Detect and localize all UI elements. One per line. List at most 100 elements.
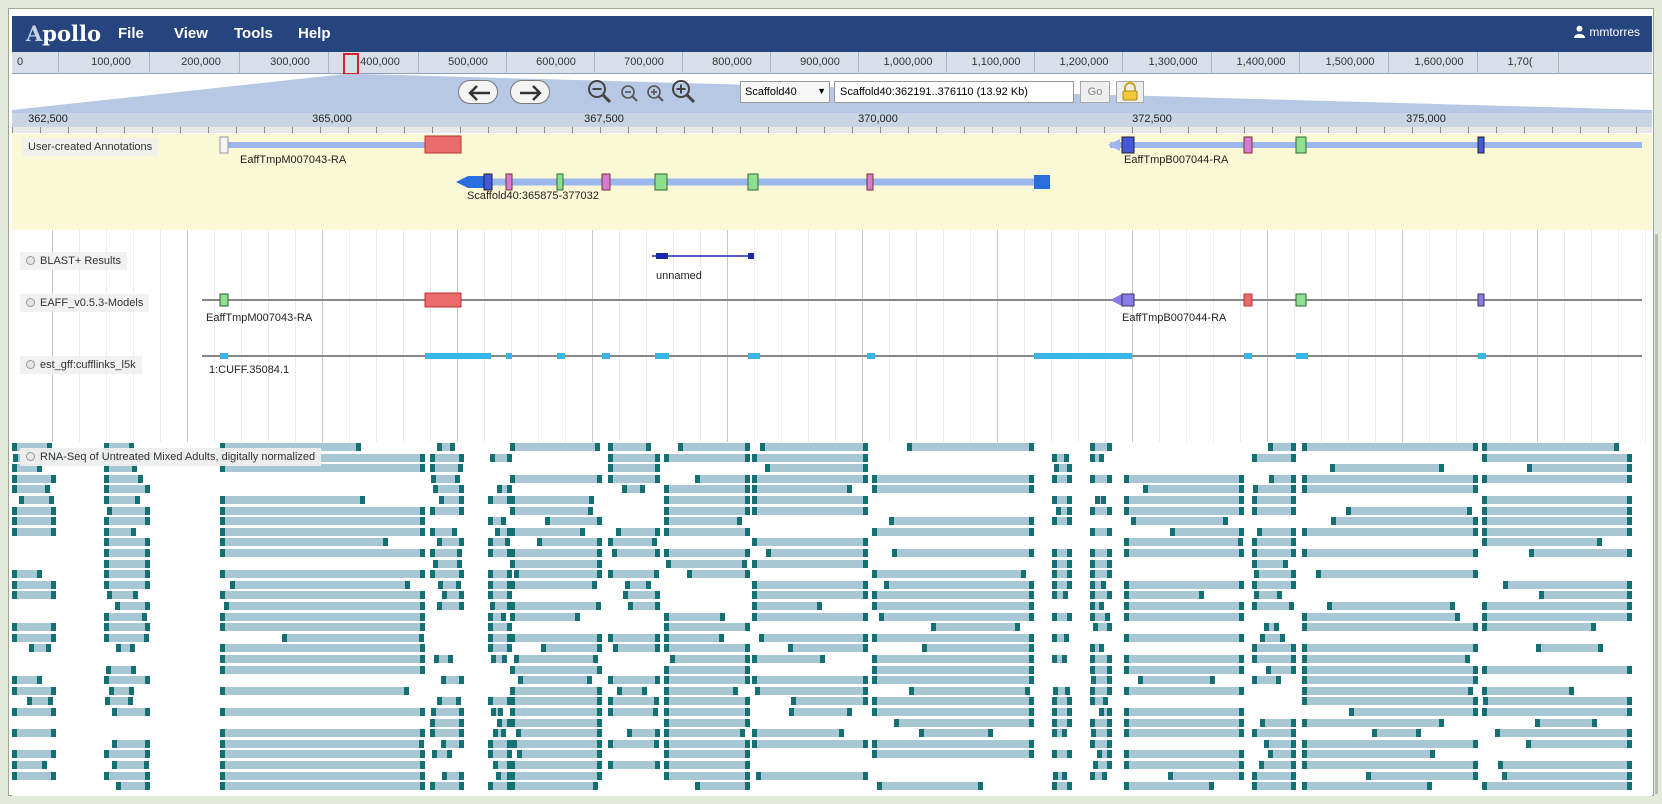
rna-seq-read[interactable] — [1326, 602, 1455, 610]
rna-seq-read[interactable] — [510, 496, 595, 504]
rna-seq-read[interactable] — [918, 729, 994, 738]
rna-seq-read[interactable] — [1124, 708, 1244, 716]
locus-input[interactable]: Scaffold40:362191..376110 (13.92 Kb) — [834, 81, 1074, 103]
exon[interactable] — [747, 173, 759, 191]
rna-seq-read[interactable] — [12, 517, 56, 526]
rna-seq-read[interactable] — [1502, 771, 1632, 780]
rna-seq-read[interactable] — [872, 527, 1034, 536]
rna-seq-read[interactable] — [104, 676, 150, 685]
rna-seq-read[interactable] — [1124, 496, 1244, 504]
rna-seq-read[interactable] — [1502, 580, 1632, 589]
rna-seq-read[interactable] — [1302, 718, 1444, 727]
rna-seq-read[interactable] — [1494, 729, 1632, 738]
rna-seq-read[interactable] — [220, 729, 425, 738]
rna-seq-read[interactable] — [888, 517, 1034, 526]
exon[interactable] — [1295, 136, 1307, 154]
rna-seq-read[interactable] — [892, 549, 1034, 557]
rna-seq-read[interactable] — [1302, 676, 1478, 685]
rna-seq-read[interactable] — [1252, 771, 1296, 780]
exon[interactable] — [1121, 136, 1135, 154]
rna-seq-read[interactable] — [608, 761, 660, 769]
rna-seq-read[interactable] — [1529, 549, 1632, 557]
rna-seq-read[interactable] — [608, 538, 658, 547]
rna-seq-read[interactable] — [664, 612, 725, 621]
rna-seq-read[interactable] — [1124, 591, 1205, 600]
go-button[interactable]: Go — [1080, 81, 1110, 103]
menu-view[interactable]: View — [174, 25, 208, 42]
rna-seq-read[interactable] — [104, 612, 148, 621]
rna-seq-read[interactable] — [1124, 750, 1244, 759]
rna-seq-read[interactable] — [872, 750, 1034, 759]
rna-seq-read[interactable] — [104, 538, 150, 547]
exon[interactable] — [601, 173, 611, 191]
menu-file[interactable]: File — [118, 25, 144, 42]
rna-seq-read[interactable] — [1371, 729, 1421, 738]
rna-seq-read[interactable] — [220, 655, 425, 663]
exon[interactable] — [1477, 136, 1485, 154]
rna-seq-read[interactable] — [1482, 506, 1632, 515]
rna-seq-read[interactable] — [752, 559, 868, 568]
rna-seq-read[interactable] — [1482, 517, 1632, 526]
rna-seq-read[interactable] — [872, 602, 1034, 610]
rna-seq-read[interactable] — [1302, 485, 1478, 494]
rna-seq-read[interactable] — [1316, 570, 1478, 579]
rna-seq-read[interactable] — [1252, 729, 1296, 738]
rna-seq-read[interactable] — [1124, 612, 1244, 621]
rna-seq-read[interactable] — [12, 708, 56, 716]
rna-seq-read[interactable] — [510, 612, 580, 621]
rna-seq-read[interactable] — [104, 580, 150, 589]
tracks-scrollbar[interactable] — [1655, 234, 1658, 794]
rna-seq-read[interactable] — [220, 612, 425, 621]
rna-seq-read[interactable] — [12, 591, 56, 600]
track-toggle-icon[interactable] — [26, 360, 35, 369]
rna-seq-read[interactable] — [1302, 739, 1478, 748]
rna-seq-read[interactable] — [754, 686, 868, 695]
rna-seq-read[interactable] — [1482, 612, 1632, 621]
rna-seq-read[interactable] — [872, 474, 1034, 483]
rna-seq-read[interactable] — [544, 517, 602, 526]
rna-seq-read[interactable] — [608, 453, 660, 462]
rna-seq-read[interactable] — [1124, 633, 1244, 642]
rna-seq-read[interactable] — [106, 506, 150, 515]
rna-seq-read[interactable] — [1143, 485, 1244, 494]
rna-seq-read[interactable] — [930, 623, 1020, 632]
zoom-in-large-icon[interactable] — [670, 78, 698, 106]
rna-seq-read[interactable] — [1124, 718, 1244, 727]
rna-seq-read[interactable] — [908, 686, 1031, 695]
rna-seq-read[interactable] — [12, 623, 56, 632]
rna-seq-read[interactable] — [281, 633, 424, 642]
rna-seq-read[interactable] — [1482, 623, 1597, 632]
exon[interactable] — [1243, 136, 1253, 154]
rna-seq-read[interactable] — [686, 570, 750, 579]
cufflinks-exon[interactable] — [1034, 353, 1132, 359]
rna-seq-read[interactable] — [1124, 602, 1244, 610]
menu-tools[interactable]: Tools — [234, 25, 273, 42]
rna-seq-read[interactable] — [1253, 485, 1296, 494]
rna-seq-read[interactable] — [220, 665, 425, 674]
rna-seq-read[interactable] — [1482, 602, 1632, 610]
rna-seq-read[interactable] — [220, 623, 425, 632]
rna-seq-read[interactable] — [220, 570, 425, 579]
rna-seq-read[interactable] — [752, 506, 868, 515]
rna-seq-read[interactable] — [664, 739, 750, 748]
rna-seq-read[interactable] — [787, 644, 868, 653]
rna-seq-read[interactable] — [613, 644, 660, 653]
cufflinks-exon[interactable] — [1478, 353, 1486, 359]
rna-seq-read[interactable] — [1302, 697, 1478, 706]
rna-seq-read[interactable] — [872, 739, 1034, 748]
rna-seq-read[interactable] — [1482, 443, 1619, 451]
rna-seq-read[interactable] — [907, 443, 1034, 451]
zoom-in-icon[interactable] — [646, 84, 666, 104]
rna-seq-read[interactable] — [752, 538, 868, 547]
overview-viewport-marker[interactable] — [343, 53, 359, 75]
rna-seq-read[interactable] — [1330, 464, 1445, 473]
cufflinks-exon[interactable] — [748, 353, 760, 359]
rna-seq-read[interactable] — [510, 771, 602, 780]
rna-seq-read[interactable] — [510, 782, 599, 791]
rna-seq-read[interactable] — [220, 496, 365, 504]
cufflinks-exon[interactable] — [867, 353, 875, 359]
rna-seq-read[interactable] — [894, 718, 1034, 727]
rna-seq-read[interactable] — [872, 697, 1034, 706]
rna-seq-read[interactable] — [1252, 782, 1296, 791]
rna-seq-read[interactable] — [510, 686, 602, 695]
